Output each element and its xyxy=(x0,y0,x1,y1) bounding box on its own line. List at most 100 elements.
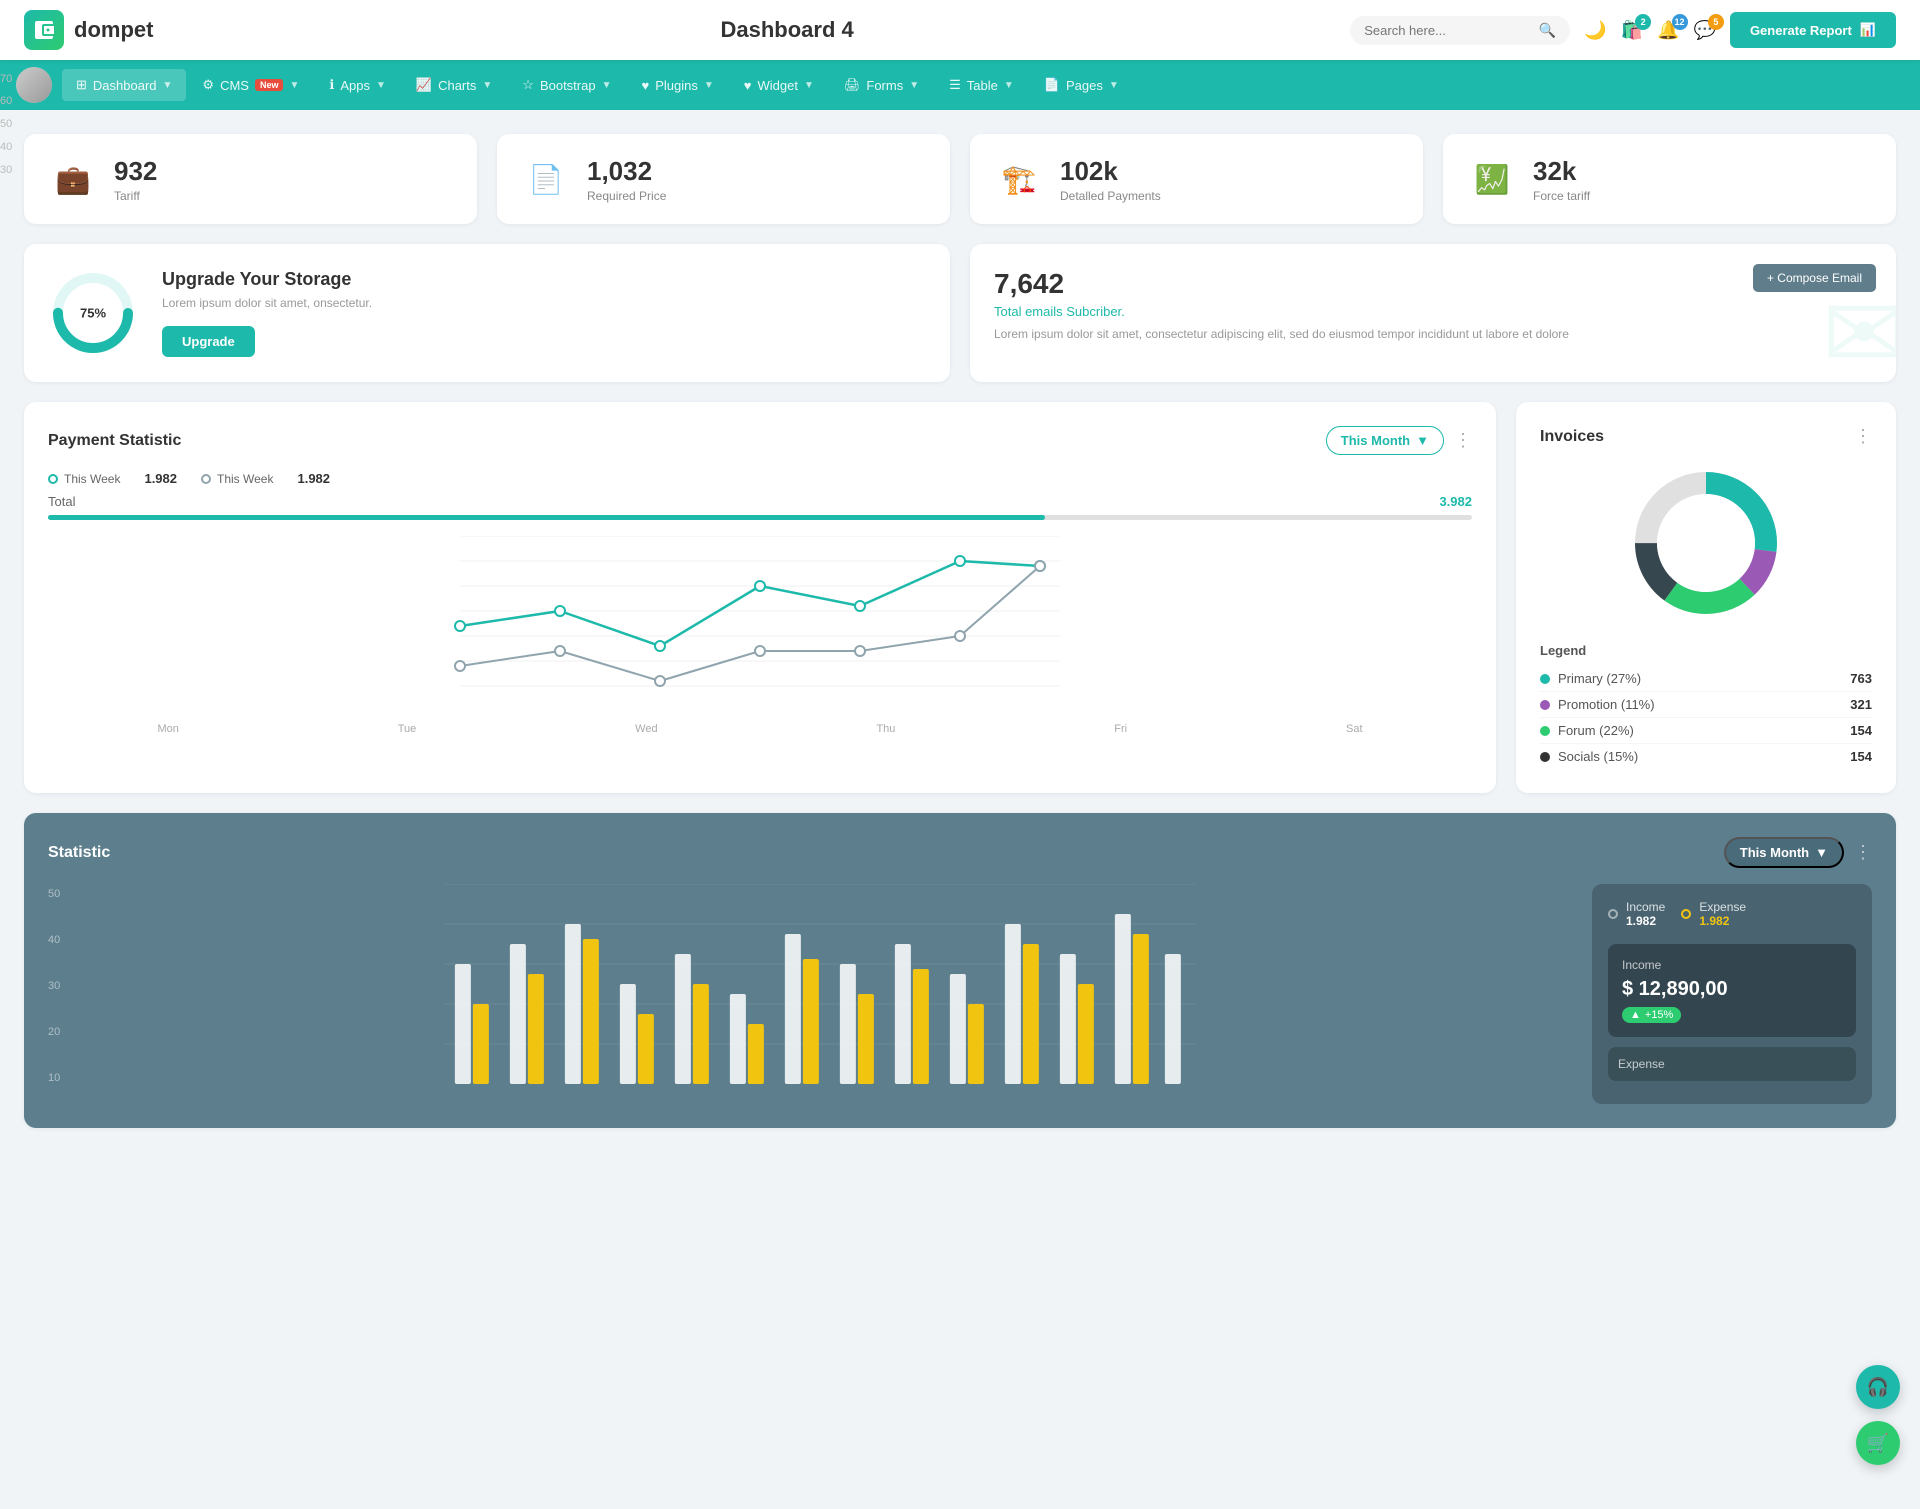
income-legend-expense: Expense 1.982 xyxy=(1681,900,1746,928)
charts-icon: 📈 xyxy=(416,77,432,93)
stat-card-tariff: 💼 932 Tariff xyxy=(24,134,477,224)
legend-item-socials: Socials (15%) 154 xyxy=(1540,744,1872,769)
shop-badge: 2 xyxy=(1635,14,1651,30)
x-label-wed: Wed xyxy=(635,723,657,735)
storage-percent: 75% xyxy=(80,306,106,321)
upgrade-button[interactable]: Upgrade xyxy=(162,326,255,357)
invoices-more-icon[interactable]: ⋮ xyxy=(1854,426,1872,447)
chevron-down-icon-9: ▼ xyxy=(1004,80,1014,91)
tariff-label: Tariff xyxy=(114,189,157,203)
nav-item-widget[interactable]: ♥ Widget ▼ xyxy=(730,70,828,101)
middle-row: 75% Upgrade Your Storage Lorem ipsum dol… xyxy=(24,244,1896,382)
x-axis-labels: Mon Tue Wed Thu Fri Sat xyxy=(48,723,1472,735)
nav-item-charts[interactable]: 📈 Charts ▼ xyxy=(402,69,506,101)
socials-label: Socials (15%) xyxy=(1558,749,1638,764)
page-title: Dashboard 4 xyxy=(224,17,1350,43)
cms-icon: ⚙ xyxy=(202,77,214,93)
promotion-label: Promotion (11%) xyxy=(1558,697,1655,712)
legend-label-2: This Week xyxy=(217,472,273,486)
cart-button[interactable]: 🛒 xyxy=(1856,1421,1900,1465)
promotion-count: 321 xyxy=(1850,697,1872,712)
bar-y-40: 40 xyxy=(48,934,60,946)
badge-arrow: ▲ xyxy=(1630,1009,1641,1021)
charts-row: Payment Statistic This Month ▼ ⋮ This We… xyxy=(24,402,1896,793)
statistic-layout: 50 40 30 20 10 xyxy=(48,884,1872,1104)
legend-item-promotion: Promotion (11%) 321 xyxy=(1540,692,1872,718)
bell-icon[interactable]: 🔔 12 xyxy=(1657,20,1679,41)
statistic-period-selector[interactable]: This Month ▼ xyxy=(1724,837,1844,868)
more-options-icon[interactable]: ⋮ xyxy=(1454,430,1472,451)
payments-label: Detalled Payments xyxy=(1060,189,1161,203)
nav-item-bootstrap[interactable]: ☆ Bootstrap ▼ xyxy=(508,69,625,101)
nav-item-cms[interactable]: ⚙ CMS New ▼ xyxy=(188,69,313,101)
logo-area: dompet xyxy=(24,10,224,50)
cms-badge: New xyxy=(255,79,284,91)
payment-card: Payment Statistic This Month ▼ ⋮ This We… xyxy=(24,402,1496,793)
x-label-mon: Mon xyxy=(157,723,178,735)
payments-value: 102k xyxy=(1060,156,1161,187)
period-selector[interactable]: This Month ▼ xyxy=(1326,426,1444,455)
nav-bar: ⊞ Dashboard ▼ ⚙ CMS New ▼ ℹ Apps ▼ 📈 Cha… xyxy=(0,60,1920,110)
search-input[interactable] xyxy=(1364,23,1531,38)
nav-item-dashboard[interactable]: ⊞ Dashboard ▼ xyxy=(62,69,186,101)
apps-icon: ℹ xyxy=(329,77,334,93)
line-chart-area: Mon Tue Wed Thu Fri Sat xyxy=(48,536,1472,735)
stat-info-price: 1,032 Required Price xyxy=(587,156,666,203)
nav-label-pages: Pages xyxy=(1066,78,1103,93)
legend-value-2: 1.982 xyxy=(297,471,330,486)
forum-label: Forum (22%) xyxy=(1558,723,1634,738)
income-badge: ▲ +15% xyxy=(1622,1007,1681,1023)
income-box-label: Income xyxy=(1622,958,1842,972)
support-button[interactable]: 🎧 xyxy=(1856,1365,1900,1409)
invoices-card: Invoices ⋮ xyxy=(1516,402,1896,793)
theme-toggle[interactable]: 🌙 xyxy=(1584,20,1606,41)
nav-item-pages[interactable]: 📄 Pages ▼ xyxy=(1030,69,1133,101)
nav-item-plugins[interactable]: ♥ Plugins ▼ xyxy=(628,70,728,101)
search-icon: 🔍 xyxy=(1539,22,1556,39)
search-box[interactable]: 🔍 xyxy=(1350,16,1570,45)
income-box: Income $ 12,890,00 ▲ +15% xyxy=(1608,944,1856,1037)
y-label-30: 30 xyxy=(0,164,30,176)
total-bar-fill xyxy=(48,515,1045,520)
legend-item-forum: Forum (22%) 154 xyxy=(1540,718,1872,744)
legend-dot-gray xyxy=(201,474,211,484)
header: dompet Dashboard 4 🔍 🌙 🛍️ 2 🔔 12 💬 5 Gen… xyxy=(0,0,1920,60)
chevron-down-icon-10: ▼ xyxy=(1109,80,1119,91)
chat-icon[interactable]: 💬 5 xyxy=(1694,20,1716,41)
bar-y-20: 20 xyxy=(48,1026,60,1038)
storage-card: 75% Upgrade Your Storage Lorem ipsum dol… xyxy=(24,244,950,382)
chevron-down-icon-5: ▼ xyxy=(602,80,612,91)
statistic-period-label: This Month xyxy=(1740,845,1809,860)
payment-header: Payment Statistic This Month ▼ ⋮ xyxy=(48,426,1472,455)
stat-cards: 💼 932 Tariff 📄 1,032 Required Price 🏗️ 1… xyxy=(24,134,1896,224)
shop-icon[interactable]: 🛍️ 2 xyxy=(1621,20,1643,41)
stat-card-payments: 🏗️ 102k Detalled Payments xyxy=(970,134,1423,224)
income-panel: Income 1.982 Expense 1.982 Income $ xyxy=(1592,884,1872,1104)
nav-label-cms: CMS xyxy=(220,78,249,93)
force-label: Force tariff xyxy=(1533,189,1590,203)
legend-val-1: 1.982 xyxy=(144,471,177,486)
nav-item-forms[interactable]: 🖨 Forms ▼ xyxy=(830,69,933,101)
nav-item-apps[interactable]: ℹ Apps ▼ xyxy=(315,69,400,101)
stat-info-payments: 102k Detalled Payments xyxy=(1060,156,1161,203)
statistic-more-icon[interactable]: ⋮ xyxy=(1854,842,1872,863)
expense-box: Expense xyxy=(1608,1047,1856,1081)
widget-icon: ♥ xyxy=(744,78,752,93)
statistic-card: Statistic This Month ▼ ⋮ 50 40 30 20 xyxy=(24,813,1896,1128)
legend-row: This Week 1.982 This Week 1.982 xyxy=(48,471,1472,486)
nav-label-widget: Widget xyxy=(757,78,797,93)
nav-items: ⊞ Dashboard ▼ ⚙ CMS New ▼ ℹ Apps ▼ 📈 Cha… xyxy=(62,69,1133,101)
storage-info: Upgrade Your Storage Lorem ipsum dolor s… xyxy=(162,269,372,357)
invoices-legend-list: Primary (27%) 763 Promotion (11%) 321 Fo… xyxy=(1540,666,1872,769)
income-legend: Income 1.982 Expense 1.982 xyxy=(1608,900,1856,928)
nav-label-apps: Apps xyxy=(340,78,370,93)
nav-item-table[interactable]: ☰ Table ▼ xyxy=(935,69,1028,101)
legend-val-2: 1.982 xyxy=(297,471,330,486)
line-chart-svg xyxy=(48,536,1472,716)
email-bg-icon: ✉ xyxy=(1822,275,1896,382)
promotion-dot xyxy=(1540,700,1550,710)
legend-title: Legend xyxy=(1540,643,1872,658)
primary-dot xyxy=(1540,674,1550,684)
bootstrap-icon: ☆ xyxy=(522,77,534,93)
generate-report-button[interactable]: Generate Report 📊 xyxy=(1730,12,1896,48)
